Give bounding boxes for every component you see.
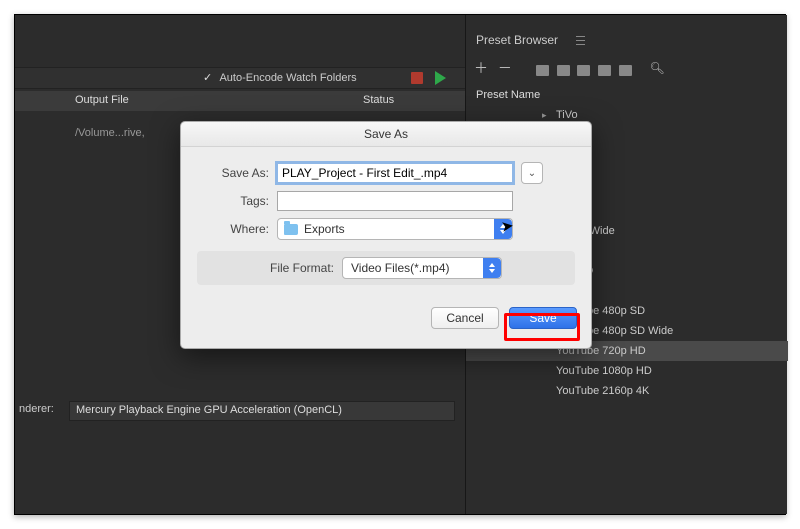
checkmark-icon: ✓: [203, 71, 213, 81]
column-output-file[interactable]: Output File: [75, 94, 129, 106]
remove-preset-icon[interactable]: －: [496, 60, 514, 76]
file-format-label: File Format:: [270, 261, 334, 275]
saveas-input[interactable]: [277, 163, 513, 183]
expand-button[interactable]: ⌄: [521, 162, 543, 184]
add-preset-icon[interactable]: ＋: [472, 60, 490, 76]
auto-encode-checkbox[interactable]: ✓ Auto-Encode Watch Folders: [203, 71, 357, 84]
renderer-select[interactable]: Mercury Playback Engine GPU Acceleration…: [69, 401, 455, 421]
renderer-label: nderer:: [19, 403, 54, 415]
where-label: Where:: [197, 222, 269, 236]
dialog-title: Save As: [181, 122, 591, 147]
file-format-select[interactable]: Video Files(*.mp4): [342, 257, 502, 279]
queue-column-headers: Output File Status: [15, 91, 465, 111]
preset-name-header[interactable]: Preset Name: [476, 89, 540, 101]
folder-icon: [284, 224, 298, 235]
app-window: ✓ Auto-Encode Watch Folders Output File …: [14, 14, 786, 515]
play-icon[interactable]: [435, 71, 446, 85]
search-icon[interactable]: 🔍︎: [648, 60, 666, 76]
save-as-dialog: Save As Save As: ⌄ Tags: Where: Exports: [180, 121, 592, 349]
preset-item[interactable]: YouTube 2160p 4K: [466, 381, 788, 401]
file-format-value: Video Files(*.mp4): [351, 261, 449, 275]
where-value: Exports: [304, 222, 345, 236]
folder-icon[interactable]: [536, 65, 549, 76]
preset-toolbar: ＋ － 🔍︎: [472, 59, 782, 83]
folder-icon[interactable]: [598, 65, 611, 76]
where-select[interactable]: Exports: [277, 218, 513, 240]
renderer-bar: nderer: Mercury Playback Engine GPU Acce…: [15, 399, 465, 423]
folder-icon[interactable]: [577, 65, 590, 76]
queue-row-path[interactable]: /Volume...rive,: [75, 127, 145, 139]
preset-item[interactable]: YouTube 1080p HD: [466, 361, 788, 381]
auto-encode-label: Auto-Encode Watch Folders: [219, 72, 356, 84]
saveas-label: Save As:: [197, 166, 269, 180]
tags-label: Tags:: [197, 194, 269, 208]
chevron-updown-icon: [483, 258, 501, 278]
column-status[interactable]: Status: [363, 94, 394, 106]
tags-input[interactable]: [277, 191, 513, 211]
file-format-row: File Format: Video Files(*.mp4): [197, 251, 575, 285]
cancel-button[interactable]: Cancel: [431, 307, 499, 329]
folder-icon[interactable]: [557, 65, 570, 76]
chevron-updown-icon: [494, 219, 512, 239]
save-button[interactable]: Save: [509, 307, 577, 329]
preset-browser-title: Preset Browser: [476, 33, 558, 47]
queue-topbar: ✓ Auto-Encode Watch Folders: [15, 67, 465, 89]
stop-icon[interactable]: [411, 72, 423, 84]
panel-menu-icon[interactable]: [576, 36, 585, 45]
folder-icon[interactable]: [619, 65, 632, 76]
